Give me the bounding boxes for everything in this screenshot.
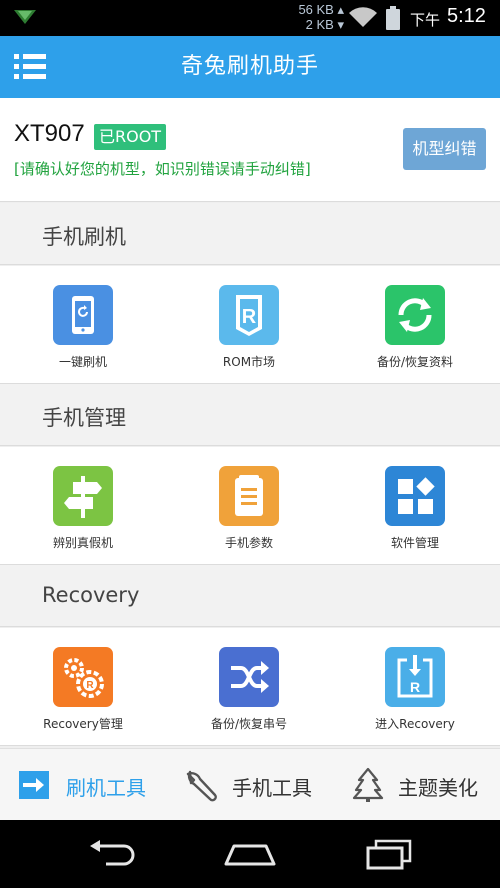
rom-market-icon: R — [219, 285, 279, 345]
document-icon — [219, 466, 279, 526]
device-info-card: XT907 已ROOT [请确认好您的机型，如识别错误请手动纠错] 机型纠错 — [0, 98, 500, 202]
menu-icon[interactable] — [14, 52, 48, 82]
app-title: 奇兔刷机助手 — [180, 54, 319, 79]
root-status-badge: 已ROOT — [94, 124, 167, 150]
shuffle-icon — [219, 647, 279, 707]
tile-label: ROM市场 — [222, 355, 276, 369]
section-title: Recovery — [42, 583, 140, 607]
clock-ampm: 下午 — [410, 11, 441, 29]
one-click-flash-button[interactable]: 一键刷机 — [0, 266, 166, 384]
tab-label: 主题美化 — [398, 776, 478, 800]
verify-device-button[interactable]: 辨别真假机 — [0, 447, 166, 565]
network-speed: 56 KB ▴ 2 KB ▾ — [298, 2, 344, 32]
section-recovery-grid: R Recovery管理 备份/恢复串号 R 进入Recovery — [0, 628, 500, 746]
svg-text:R: R — [410, 679, 420, 695]
section-title: 手机刷机 — [42, 225, 126, 249]
signpost-icon — [53, 466, 113, 526]
recents-icon[interactable] — [364, 838, 414, 874]
gears-icon: R — [53, 647, 113, 707]
tile-label: Recovery管理 — [43, 717, 123, 731]
app-header: 奇兔刷机助手 — [0, 36, 500, 98]
tile-label: 备份/恢复资料 — [376, 355, 454, 369]
enter-recovery-icon: R — [385, 647, 445, 707]
notification-icon — [12, 8, 38, 30]
wifi-icon — [348, 7, 378, 33]
tile-label: 辨别真假机 — [52, 536, 113, 550]
tile-label: 备份/恢复串号 — [210, 717, 288, 731]
enter-recovery-button[interactable]: R 进入Recovery — [332, 628, 498, 746]
device-model: XT907 — [14, 120, 85, 147]
system-nav-bar — [0, 820, 500, 888]
tile-label: 一键刷机 — [58, 355, 107, 369]
tab-phone-tools[interactable]: 手机工具 — [182, 749, 332, 821]
section-header-manage: 手机管理 — [0, 384, 500, 446]
svg-text:R: R — [242, 306, 257, 328]
section-header-flash: 手机刷机 — [0, 203, 500, 265]
tile-label: 软件管理 — [390, 536, 439, 550]
back-icon[interactable] — [86, 838, 136, 872]
backup-restore-imei-button[interactable]: 备份/恢复串号 — [166, 628, 332, 746]
section-manage-grid: 辨别真假机 手机参数 软件管理 — [0, 447, 500, 565]
phone-specs-button[interactable]: 手机参数 — [166, 447, 332, 565]
net-down-value: 2 KB — [305, 17, 334, 32]
tab-label: 刷机工具 — [66, 776, 146, 800]
apps-grid-icon — [385, 466, 445, 526]
software-manager-button[interactable]: 软件管理 — [332, 447, 498, 565]
tile-label: 手机参数 — [224, 536, 273, 550]
section-title: 手机管理 — [42, 406, 126, 430]
rom-market-button[interactable]: R ROM市场 — [166, 266, 332, 384]
recovery-manager-button[interactable]: R Recovery管理 — [0, 628, 166, 746]
tab-flash-tools[interactable]: 刷机工具 — [18, 749, 168, 821]
tab-themes[interactable]: 主题美化 — [352, 749, 492, 821]
tree-icon — [352, 767, 384, 807]
bottom-tab-bar: 刷机工具 手机工具 主题美化 — [0, 748, 500, 820]
net-up-value: 56 KB — [298, 2, 334, 17]
wrench-icon — [182, 768, 218, 806]
battery-icon — [386, 6, 400, 34]
svg-text:R: R — [86, 680, 94, 691]
model-confirm-hint: [请确认好您的机型，如识别错误请手动纠错] — [14, 160, 311, 178]
phone-flash-icon — [53, 285, 113, 345]
home-icon[interactable] — [222, 838, 278, 872]
fix-model-button[interactable]: 机型纠错 — [403, 128, 486, 170]
backup-restore-data-button[interactable]: 备份/恢复资料 — [332, 266, 498, 384]
flash-tool-icon — [18, 770, 50, 804]
section-flash-grid: 一键刷机 R ROM市场 备份/恢复资料 — [0, 266, 500, 384]
tile-label: 进入Recovery — [375, 717, 455, 731]
tab-label: 手机工具 — [232, 776, 312, 800]
section-header-recovery: Recovery — [0, 565, 500, 627]
status-bar: 56 KB ▴ 2 KB ▾ 下午 5:12 — [0, 0, 500, 36]
clock-time: 5:12 — [447, 5, 486, 27]
sync-icon — [385, 285, 445, 345]
